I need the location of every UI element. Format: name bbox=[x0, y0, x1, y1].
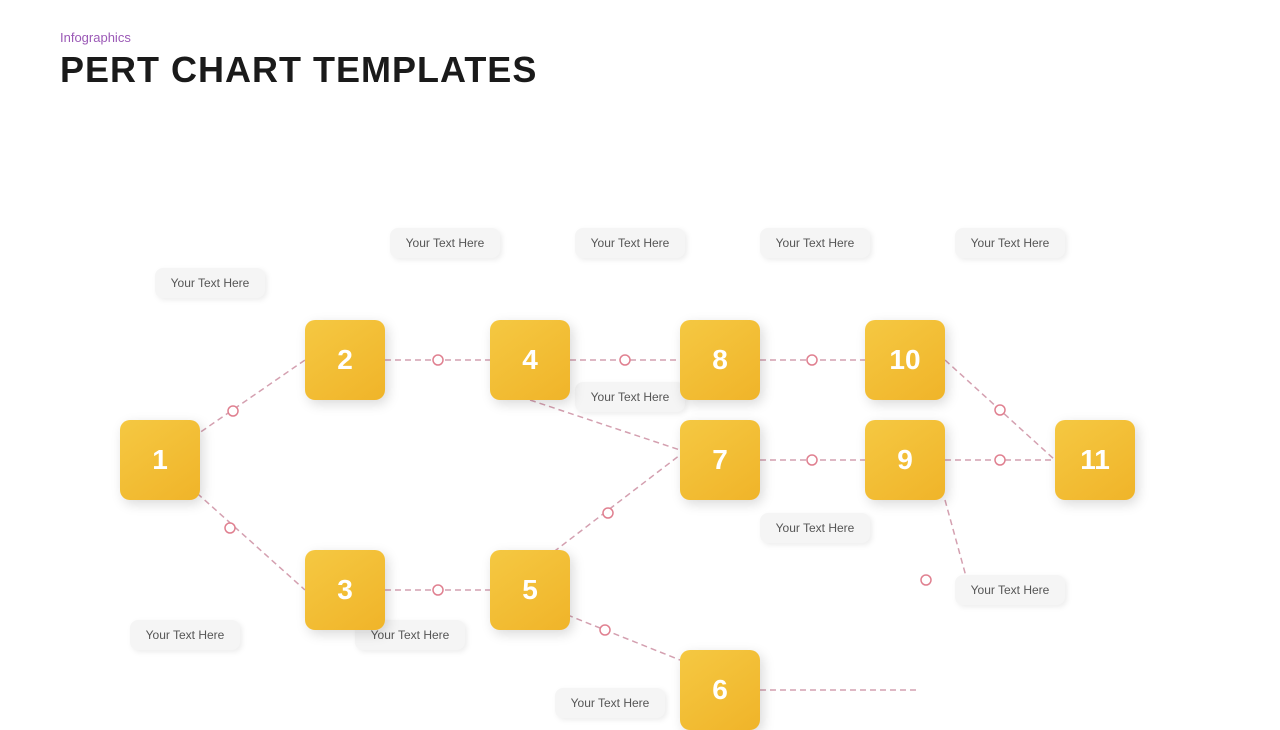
node-8[interactable]: 8 bbox=[680, 320, 760, 400]
node-2[interactable]: 2 bbox=[305, 320, 385, 400]
chart-area: 1 2 3 4 5 6 7 8 9 10 11 Your Text Here Y… bbox=[0, 120, 1280, 720]
text-box-7[interactable]: Your Text Here bbox=[760, 513, 870, 543]
text-box-11[interactable]: Your Text Here bbox=[555, 688, 665, 718]
category-label: Infographics bbox=[60, 30, 1220, 45]
text-box-6[interactable]: Your Text Here bbox=[575, 382, 685, 412]
text-box-3[interactable]: Your Text Here bbox=[575, 228, 685, 258]
node-9[interactable]: 9 bbox=[865, 420, 945, 500]
page-header: Infographics PERT CHART TEMPLATES bbox=[0, 0, 1280, 101]
node-1[interactable]: 1 bbox=[120, 420, 200, 500]
text-box-2[interactable]: Your Text Here bbox=[390, 228, 500, 258]
node-5[interactable]: 5 bbox=[490, 550, 570, 630]
node-11[interactable]: 11 bbox=[1055, 420, 1135, 500]
node-6[interactable]: 6 bbox=[680, 650, 760, 730]
node-10[interactable]: 10 bbox=[865, 320, 945, 400]
text-box-1[interactable]: Your Text Here bbox=[155, 268, 265, 298]
node-3[interactable]: 3 bbox=[305, 550, 385, 630]
node-4[interactable]: 4 bbox=[490, 320, 570, 400]
node-7[interactable]: 7 bbox=[680, 420, 760, 500]
text-box-5[interactable]: Your Text Here bbox=[955, 228, 1065, 258]
text-box-8[interactable]: Your Text Here bbox=[955, 575, 1065, 605]
page-title: PERT CHART TEMPLATES bbox=[60, 49, 1220, 91]
text-box-4[interactable]: Your Text Here bbox=[760, 228, 870, 258]
text-box-9[interactable]: Your Text Here bbox=[130, 620, 240, 650]
